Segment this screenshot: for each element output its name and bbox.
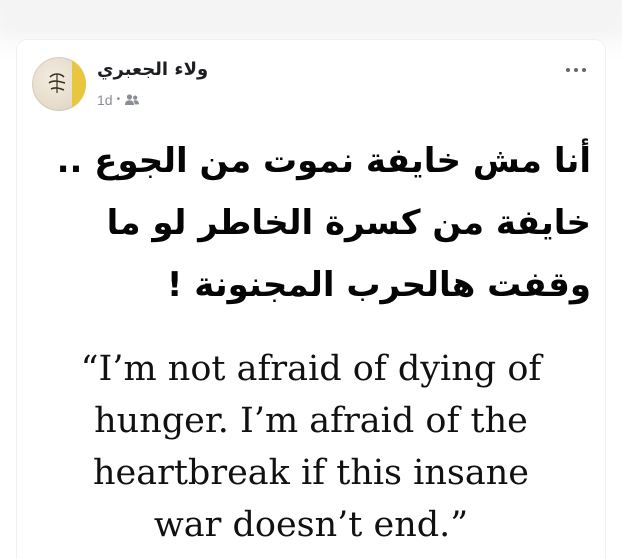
timestamp[interactable]: 1d <box>97 92 113 108</box>
english-translation: “I’m not afraid of dying of hunger. I’m … <box>47 343 575 551</box>
english-line: heartbreak if this insane <box>93 453 529 493</box>
english-line: “I’m not afraid of dying of <box>80 349 542 389</box>
avatar-accent <box>72 57 86 111</box>
arabic-line: خايفة من كسرة الخاطر لو ما <box>106 203 591 243</box>
more-options-button[interactable] <box>561 58 591 82</box>
english-line: war doesn’t end.” <box>153 505 469 545</box>
arabic-line: أنا مش خايفة نموت من الجوع .. <box>56 141 591 181</box>
post-card: ولاء الجعبري 1d • أنا مش خايفة نموت من ا… <box>17 40 605 559</box>
avatar-calligraphy-icon <box>48 73 66 93</box>
friends-icon[interactable] <box>124 93 140 107</box>
more-horizontal-icon <box>566 68 586 72</box>
english-line: hunger. I’m afraid of the <box>94 401 528 441</box>
meta-separator: • <box>116 94 121 105</box>
arabic-quote: أنا مش خايفة نموت من الجوع .. خايفة من ك… <box>57 130 591 316</box>
post-meta: 1d • <box>97 91 140 109</box>
arabic-line: وقفت هالحرب المجنونة ! <box>166 265 591 305</box>
author-name[interactable]: ولاء الجعبري <box>97 59 297 80</box>
post-header: ولاء الجعبري 1d • <box>17 40 605 120</box>
avatar[interactable] <box>32 57 86 111</box>
blurred-top-band <box>0 0 622 36</box>
